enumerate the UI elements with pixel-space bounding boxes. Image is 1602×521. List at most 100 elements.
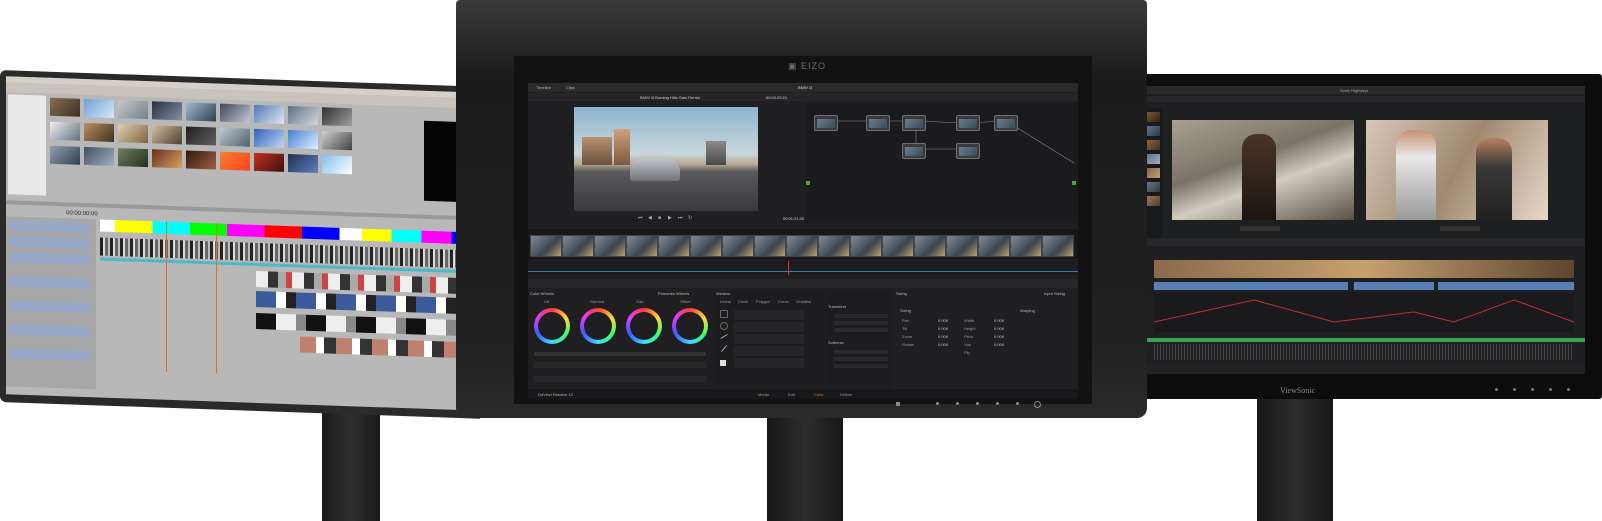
rotate-value[interactable]: 0.000 [938, 342, 948, 347]
media-thumb[interactable] [220, 103, 250, 123]
left-clip-row[interactable] [256, 312, 474, 337]
page-tab-edit[interactable]: Edit [788, 392, 795, 397]
track-header[interactable] [10, 276, 90, 290]
clip-thumbnail[interactable] [946, 235, 978, 257]
line-window-icon[interactable] [720, 334, 728, 339]
height-value[interactable]: 0.000 [994, 326, 1004, 331]
monitor-button[interactable] [1513, 388, 1516, 391]
clip-thumbnail[interactable] [626, 235, 658, 257]
transport-controls[interactable]: ⏮ ◀ ■ ▶ ⏭ ↻ [638, 215, 698, 221]
monitor-button[interactable] [1531, 388, 1534, 391]
media-thumb[interactable] [186, 102, 216, 122]
window-tool-polygon[interactable]: Polygon [756, 299, 770, 304]
media-thumb[interactable] [322, 131, 352, 151]
clip-thumbnail[interactable] [530, 235, 562, 257]
node-graph[interactable] [806, 103, 1078, 223]
play-icon[interactable]: ▶ [668, 215, 672, 221]
track-header[interactable] [10, 220, 90, 234]
node[interactable] [902, 143, 926, 159]
track-header[interactable] [10, 236, 90, 250]
node[interactable] [814, 115, 838, 131]
stop-icon[interactable]: ■ [658, 215, 661, 221]
node[interactable] [994, 115, 1018, 131]
node[interactable] [866, 115, 890, 131]
clip-thumbnail[interactable] [1010, 235, 1042, 257]
clip-thumbnail[interactable] [850, 235, 882, 257]
window-list[interactable] [734, 310, 804, 370]
node-output-icon[interactable] [1072, 181, 1076, 185]
media-thumb[interactable] [50, 97, 80, 117]
media-thumb[interactable] [152, 149, 182, 169]
media-thumb[interactable] [84, 146, 114, 166]
clip-thumbnail[interactable] [722, 235, 754, 257]
right-edit-toolbar[interactable] [1140, 238, 1585, 246]
left-clip-row[interactable] [256, 290, 474, 315]
wheel-values-row[interactable] [534, 362, 706, 368]
monitor-button[interactable] [936, 402, 939, 405]
right-transport-source[interactable] [1240, 226, 1280, 231]
clip-thumbnail[interactable] [658, 235, 690, 257]
offset-wheel[interactable] [672, 308, 708, 344]
left-explorer-tree[interactable] [8, 94, 46, 196]
width-value[interactable]: 0.000 [994, 318, 1004, 323]
pan-value[interactable]: 0.000 [938, 318, 948, 323]
clip-thumbnail[interactable] [978, 235, 1010, 257]
media-thumb[interactable] [118, 124, 148, 144]
lift-wheel[interactable] [534, 308, 570, 344]
monitor-button[interactable] [996, 402, 999, 405]
square-window-icon[interactable] [720, 310, 728, 318]
page-tab-media[interactable]: Media [758, 392, 769, 397]
clip-thumbnail[interactable] [786, 235, 818, 257]
loop-icon[interactable]: ↻ [688, 215, 692, 221]
skip-forward-icon[interactable]: ⏭ [678, 215, 683, 221]
media-thumb[interactable] [322, 107, 352, 127]
media-thumb[interactable] [50, 121, 80, 141]
right-clip-bar[interactable] [1154, 282, 1348, 290]
gain-wheel[interactable] [626, 308, 662, 344]
media-thumb[interactable] [254, 128, 284, 148]
node[interactable] [902, 115, 926, 131]
transform-fields[interactable] [834, 314, 888, 334]
window-tool-circle[interactable]: Circle [738, 299, 748, 304]
master-wheels-bar[interactable] [534, 352, 706, 356]
clip-thumbnail[interactable] [914, 235, 946, 257]
media-thumb[interactable] [118, 148, 148, 168]
left-clip-row[interactable] [300, 336, 474, 359]
monitor-button[interactable] [896, 402, 900, 406]
clip-strip[interactable] [528, 229, 1078, 259]
skip-back-icon[interactable]: ⏮ [638, 215, 643, 221]
node[interactable] [956, 143, 980, 159]
media-thumb[interactable] [50, 145, 80, 165]
tilt-value[interactable]: 0.000 [938, 326, 948, 331]
media-thumb[interactable] [288, 130, 318, 150]
media-thumb[interactable] [152, 101, 182, 121]
pen-window-icon[interactable] [721, 345, 727, 352]
clip-thumbnail[interactable] [754, 235, 786, 257]
playhead[interactable] [788, 261, 789, 275]
node[interactable] [956, 115, 980, 131]
softness-fields[interactable] [834, 350, 888, 370]
monitor-button[interactable] [1016, 402, 1019, 405]
media-thumb[interactable] [186, 150, 216, 170]
window-tool-gradient[interactable]: Gradient [796, 299, 811, 304]
right-page-bar[interactable] [1140, 364, 1585, 374]
media-thumb[interactable] [220, 151, 250, 171]
window-tool-linear[interactable]: Linear [720, 299, 731, 304]
track-header[interactable] [10, 324, 90, 338]
right-clip-bar[interactable] [1438, 282, 1574, 290]
node-input-icon[interactable] [806, 181, 810, 185]
left-track-headers[interactable] [6, 216, 96, 390]
clip-thumbnail[interactable] [594, 235, 626, 257]
center-monitor-buttons[interactable] [896, 401, 1046, 408]
monitor-button[interactable] [1567, 388, 1570, 391]
right-transport-timeline[interactable] [1440, 226, 1480, 231]
media-thumb[interactable] [118, 100, 148, 120]
yaw-value[interactable]: 0.000 [994, 342, 1004, 347]
window-tool-curve[interactable]: Curve [778, 299, 789, 304]
media-thumb[interactable] [220, 127, 250, 147]
page-tab-color[interactable]: Color [814, 392, 824, 397]
clip-thumbnail[interactable] [562, 235, 594, 257]
clip-thumbnail[interactable] [882, 235, 914, 257]
page-tab-deliver[interactable]: Deliver [840, 392, 852, 397]
gamma-wheel[interactable] [580, 308, 616, 344]
